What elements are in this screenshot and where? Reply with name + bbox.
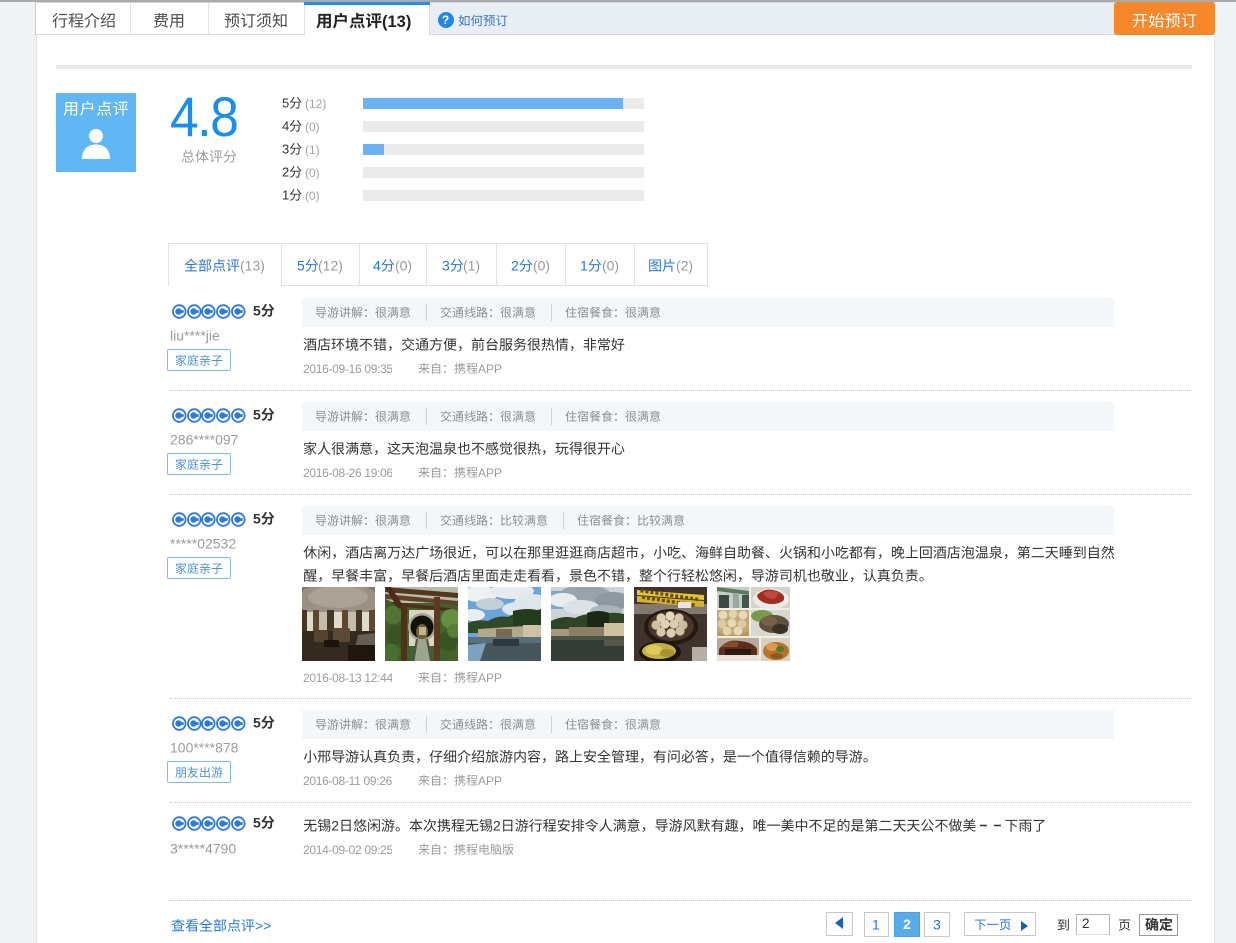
svg-text:5: 5 xyxy=(253,715,261,731)
svg-text:2014-09-02 09:25: 2014-09-02 09:25 xyxy=(303,843,392,857)
svg-text:(0): (0) xyxy=(305,166,320,180)
svg-text:5: 5 xyxy=(253,407,261,423)
svg-text:2: 2 xyxy=(331,818,339,834)
svg-text:2016-08-13 12:44: 2016-08-13 12:44 xyxy=(303,671,392,685)
svg-text:3*****4790: 3*****4790 xyxy=(170,841,236,857)
svg-text:APP: APP xyxy=(477,466,501,480)
svg-text:APP: APP xyxy=(477,362,501,376)
svg-text:2016-08-26 19:06: 2016-08-26 19:06 xyxy=(303,466,392,480)
svg-text:4: 4 xyxy=(282,119,289,134)
svg-text:100****878: 100****878 xyxy=(170,740,238,756)
svg-text:2: 2 xyxy=(511,258,519,274)
svg-text:1: 1 xyxy=(580,258,588,274)
svg-text:liu****jie: liu****jie xyxy=(170,328,220,344)
svg-text:1: 1 xyxy=(282,188,289,203)
svg-text:5: 5 xyxy=(253,815,261,831)
svg-text:(13): (13) xyxy=(240,258,265,274)
svg-text:>>: >> xyxy=(255,918,271,934)
svg-text:5: 5 xyxy=(253,303,261,319)
svg-text:(12): (12) xyxy=(318,258,343,274)
svg-text:(2): (2) xyxy=(676,258,693,274)
svg-text:(1): (1) xyxy=(463,258,480,274)
svg-text:(0): (0) xyxy=(602,258,619,274)
svg-text:2016-09-16 09:35: 2016-09-16 09:35 xyxy=(303,362,392,376)
svg-text:(1): (1) xyxy=(305,143,320,157)
svg-text:5: 5 xyxy=(297,258,305,274)
svg-text:2: 2 xyxy=(493,818,501,834)
svg-text:3: 3 xyxy=(442,258,450,274)
svg-text:(0): (0) xyxy=(395,258,412,274)
svg-text:(12): (12) xyxy=(305,97,326,111)
svg-text:(13): (13) xyxy=(382,12,411,30)
svg-text:(0): (0) xyxy=(533,258,550,274)
svg-text:4: 4 xyxy=(373,258,381,274)
svg-text:APP: APP xyxy=(477,671,501,685)
svg-text:*****02532: *****02532 xyxy=(170,536,236,552)
svg-text:5: 5 xyxy=(282,96,289,111)
svg-text:(0): (0) xyxy=(305,189,320,203)
svg-text:3: 3 xyxy=(933,917,941,933)
svg-text:5: 5 xyxy=(253,511,261,527)
svg-text:2016-08-11 09:26: 2016-08-11 09:26 xyxy=(303,774,392,788)
svg-text:4.8: 4.8 xyxy=(170,86,237,148)
svg-text:1: 1 xyxy=(872,917,880,933)
svg-text:APP: APP xyxy=(477,774,501,788)
svg-text:(0): (0) xyxy=(305,120,320,134)
svg-text:3: 3 xyxy=(282,142,289,157)
svg-text:286****097: 286****097 xyxy=(170,432,238,448)
svg-text:2: 2 xyxy=(282,165,289,180)
